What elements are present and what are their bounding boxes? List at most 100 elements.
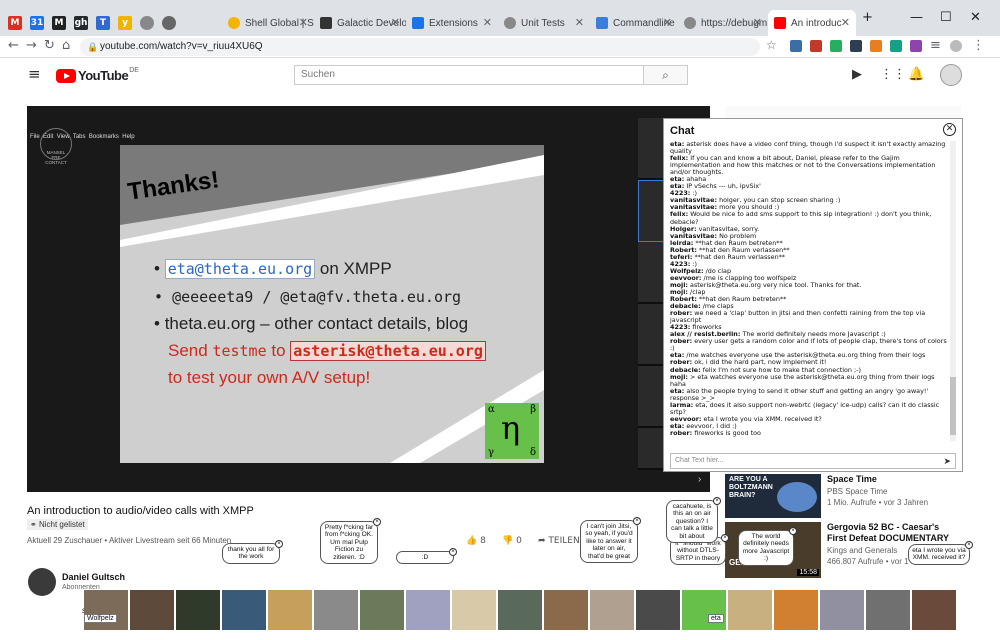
bubble-close-icon[interactable]: × xyxy=(633,517,641,525)
menu-help: Help xyxy=(122,134,135,140)
recommendation-item[interactable]: ARE YOU A BOLTZMANN BRAIN? Space Time PB… xyxy=(725,474,961,518)
globe-pinned-tab[interactable] xyxy=(140,16,154,30)
tab-label: Extensions xyxy=(429,17,478,29)
recommendation-hidden xyxy=(725,106,961,118)
chat-scrollbar[interactable] xyxy=(950,141,956,441)
bookmark-star-icon[interactable]: ☆ xyxy=(766,38,777,52)
participant-thumbnail[interactable] xyxy=(638,428,666,470)
bubble-close-icon[interactable]: × xyxy=(965,541,973,549)
back-icon[interactable]: ← xyxy=(8,38,19,53)
extension-icon[interactable] xyxy=(790,40,802,52)
chat-scroll-thumb[interactable] xyxy=(950,377,956,435)
participant-thumbnail[interactable] xyxy=(638,304,666,366)
bullet-text: theta.eu.org – other contact details, bl… xyxy=(164,314,469,333)
youtube-play-icon xyxy=(56,68,76,83)
recommendation-thumbnail[interactable]: ARE YOU A BOLTZMANN BRAIN? xyxy=(725,474,821,518)
recommendation-channel[interactable]: PBS Space Time xyxy=(827,487,887,496)
bubble-close-icon[interactable]: × xyxy=(789,527,797,535)
new-tab-icon[interactable]: + xyxy=(862,10,873,25)
recommendation-title[interactable]: Gergovia 52 BC - Caesar's First Defeat D… xyxy=(827,522,961,544)
tab-label: Unit Tests xyxy=(521,17,565,29)
participant-thumbnail[interactable] xyxy=(638,366,666,428)
youtube-logo[interactable]: YouTube DE xyxy=(56,67,139,83)
presentation-slide: Thanks! • eta@theta.eu.org on XMPP • @ee… xyxy=(120,145,544,463)
tab-galactic[interactable]: Galactic Develop ✕ xyxy=(314,10,406,36)
address-bar[interactable]: 🔒 youtube.com/watch?v=v_riuu4XU6Q xyxy=(80,38,760,56)
dislike-button[interactable]: 👎 0 xyxy=(502,536,522,546)
url-text: youtube.com/watch?v=v_riuu4XU6Q xyxy=(100,41,263,52)
close-chat-icon[interactable]: ✕ xyxy=(943,123,956,136)
globe-icon xyxy=(684,17,696,29)
lock-icon: 🔒 xyxy=(87,42,99,52)
calendar-pinned-tab[interactable]: 31 xyxy=(30,16,44,30)
tab-youtube-active[interactable]: An introduc ✕ xyxy=(768,10,856,36)
recommendation-channel[interactable]: Kings and Generals xyxy=(827,546,897,555)
close-icon[interactable]: ✕ xyxy=(299,16,308,29)
extension-icon[interactable] xyxy=(890,40,902,52)
window-close-icon[interactable]: ✕ xyxy=(970,10,981,25)
logo-corner: γ xyxy=(488,447,494,458)
channel-name[interactable]: Daniel Gultsch xyxy=(62,572,125,582)
participant-thumbnail[interactable] xyxy=(638,118,666,180)
globe-pinned-tab-2[interactable] xyxy=(162,16,176,30)
search-input[interactable]: Suchen xyxy=(294,65,644,85)
send-icon[interactable]: ➤ xyxy=(943,454,951,468)
profile-avatar[interactable] xyxy=(950,40,962,52)
close-icon[interactable]: ✕ xyxy=(391,16,400,29)
github-pinned-tab[interactable]: gh xyxy=(74,16,88,30)
notifications-bell-icon[interactable]: 🔔 xyxy=(908,67,924,82)
minimize-icon[interactable]: — xyxy=(910,10,923,25)
close-icon[interactable]: ✕ xyxy=(841,16,850,29)
forward-icon[interactable]: → xyxy=(26,38,37,53)
bubble-close-icon[interactable]: × xyxy=(721,534,729,542)
like-button[interactable]: 👍 8 xyxy=(466,536,486,546)
participant-avatar xyxy=(912,590,956,630)
extension-icon[interactable] xyxy=(810,40,822,52)
reload-icon[interactable]: ↻ xyxy=(44,38,55,53)
close-icon[interactable]: ✕ xyxy=(483,16,492,29)
video-duration: 15:58 xyxy=(797,569,819,576)
tab-debugm[interactable]: https://debugm ✕ xyxy=(678,10,768,36)
translate-pinned-tab[interactable]: T xyxy=(96,16,110,30)
close-icon[interactable]: ✕ xyxy=(575,16,584,29)
hamburger-menu-icon[interactable]: ≡ xyxy=(28,65,41,83)
chat-text: fireworks is good too xyxy=(694,428,761,437)
bolt-pinned-tab[interactable]: y xyxy=(118,16,132,30)
extension-icon[interactable] xyxy=(850,40,862,52)
next-arrow-icon[interactable]: › xyxy=(698,474,701,485)
menu-kebab-icon[interactable]: ⋮ xyxy=(972,38,985,53)
tab-shell-global[interactable]: Shell Global | Sh ✕ xyxy=(222,10,314,36)
home-icon[interactable]: ⌂ xyxy=(62,38,70,53)
extension-icon[interactable] xyxy=(910,40,922,52)
recommendation-title[interactable]: Space Time xyxy=(827,474,961,485)
bubble-close-icon[interactable]: × xyxy=(373,518,381,526)
extension-icon[interactable] xyxy=(870,40,882,52)
search-button[interactable]: ⌕ xyxy=(644,65,688,85)
maximize-icon[interactable]: ☐ xyxy=(940,10,952,25)
apps-grid-icon[interactable]: ⋮⋮ xyxy=(880,67,906,82)
close-icon[interactable]: ✕ xyxy=(663,16,672,29)
tab-unit-tests[interactable]: Unit Tests ✕ xyxy=(498,10,590,36)
reading-list-icon[interactable]: ≡ xyxy=(930,38,941,53)
share-button[interactable]: ➦ TEILEN xyxy=(538,536,580,546)
user-avatar[interactable] xyxy=(940,64,962,86)
bubble-close-icon[interactable]: × xyxy=(275,540,283,548)
share-label: TEILEN xyxy=(548,536,580,546)
bubble-close-icon[interactable]: × xyxy=(449,548,457,556)
tab-commandline[interactable]: Commandline - ✕ xyxy=(590,10,678,36)
gmail-pinned-tab[interactable]: M xyxy=(8,16,22,30)
create-video-icon[interactable]: ▶ xyxy=(852,67,862,82)
chat-message: moji: asterisk@theta.eu.org very nice to… xyxy=(670,281,950,289)
slide-bullet-3: • theta.eu.org – other contact details, … xyxy=(154,314,469,333)
participant-thumbnail[interactable] xyxy=(638,180,666,242)
chat-input[interactable]: Chat Text hier... ➤ xyxy=(670,453,956,469)
participant-thumbnail[interactable] xyxy=(638,242,666,304)
nametag-label: eta xyxy=(711,615,721,622)
extension-icon[interactable] xyxy=(830,40,842,52)
close-icon[interactable]: ✕ xyxy=(753,16,762,29)
bubble-close-icon[interactable]: × xyxy=(713,497,721,505)
medium-pinned-tab[interactable]: M xyxy=(52,16,66,30)
video-title: An introduction to audio/video calls wit… xyxy=(27,505,254,517)
commandline-favicon-icon xyxy=(596,17,608,29)
tab-extensions[interactable]: Extensions ✕ xyxy=(406,10,498,36)
